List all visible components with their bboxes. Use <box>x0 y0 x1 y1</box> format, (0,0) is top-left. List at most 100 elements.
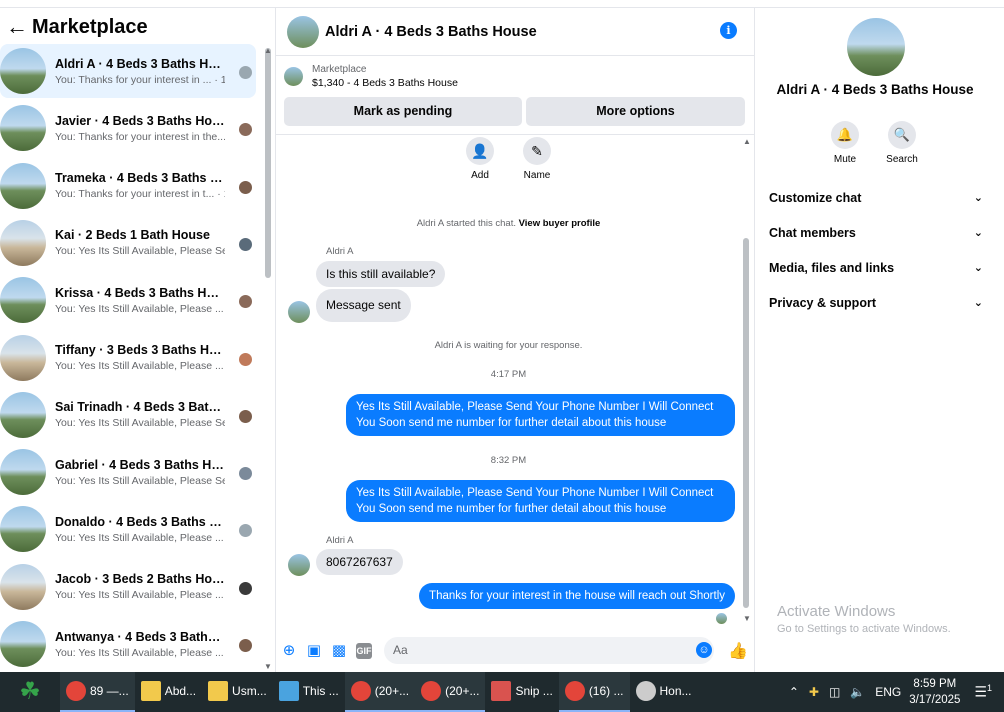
chevron-down-icon: ⌄ <box>973 227 983 239</box>
conversation-item[interactable]: Kai · 2 Beds 1 Bath House You: Yes Its St… <box>0 216 256 270</box>
chrome-icon <box>66 681 86 701</box>
back-arrow-icon[interactable]: ← <box>6 14 32 40</box>
shield-icon[interactable]: ✚ <box>809 685 819 699</box>
incoming-message[interactable]: Message sent <box>316 289 411 322</box>
taskbar-app-snip[interactable]: Snip ... <box>485 672 558 712</box>
conversation-item[interactable]: Donaldo · 4 Beds 3 Baths House You: Yes I… <box>0 502 256 556</box>
participant-avatar <box>239 524 252 538</box>
taskbar-app-this-pc[interactable]: This ... <box>273 672 345 712</box>
listing-thumbnail <box>0 219 46 266</box>
listing-thumbnail <box>0 449 46 496</box>
conversation-text: Trameka · 4 Beds 3 Baths House You: Thank… <box>55 171 225 200</box>
search-action[interactable]: 🔍 Search <box>877 121 927 165</box>
participant-avatar <box>239 409 252 423</box>
app-icon <box>635 681 656 701</box>
participant-avatar <box>239 639 252 652</box>
privacy-support-section[interactable]: Privacy & support ⌄ <box>769 296 983 310</box>
taskbar-app-chrome[interactable]: (20+... <box>344 672 416 712</box>
scroll-up-icon[interactable]: ▲ <box>743 137 751 146</box>
conversation-name: Antwanya · 4 Beds 3 Baths Ho... <box>55 629 225 644</box>
plus-icon[interactable]: ⊕ <box>281 643 297 659</box>
conversation-text: Gabriel · 4 Beds 3 Baths House You: Yes I… <box>55 458 225 487</box>
conversation-item[interactable]: Krissa · 4 Beds 3 Baths House You: Yes It… <box>0 273 256 327</box>
chevron-up-icon[interactable]: ⌃ <box>789 685 799 699</box>
listing-summary[interactable]: Marketplace $1,340 - 4 Beds 3 Baths Hous… <box>284 64 458 89</box>
listing-thumbnail <box>284 67 303 86</box>
chrome-icon <box>421 681 442 701</box>
conversation-item[interactable]: Aldri A · 4 Beds 3 Baths House You: Thank… <box>0 44 256 98</box>
conversation-scrollbar[interactable] <box>265 48 271 278</box>
profile-name: Aldri A · 4 Beds 3 Baths House <box>776 82 974 97</box>
emoji-icon[interactable]: ☺ <box>696 642 712 658</box>
view-buyer-profile-link[interactable]: View buyer profile <box>519 218 601 229</box>
taskbar-app-chrome[interactable]: 89 —... <box>60 672 135 712</box>
taskbar-app-hon[interactable]: Hon... <box>630 672 698 712</box>
taskbar-app-label: Abd... <box>164 684 197 698</box>
participant-avatar <box>239 123 252 137</box>
photo-icon[interactable]: ▣ <box>306 643 322 659</box>
scroll-down-icon[interactable]: ▼ <box>264 662 272 671</box>
conversation-item[interactable]: Tiffany · 3 Beds 3 Baths House You: Yes I… <box>0 331 256 385</box>
media-files-links-section[interactable]: Media, files and links ⌄ <box>769 261 983 275</box>
gif-icon[interactable]: GIF <box>356 643 372 659</box>
listing-title: $1,340 - 4 Beds 3 Baths House <box>312 77 458 89</box>
pencil-icon: ✎ <box>523 137 551 165</box>
customize-chat-section[interactable]: Customize chat ⌄ <box>769 191 983 205</box>
chat-scrollbar[interactable] <box>743 238 749 608</box>
message-composer: ⊕ ▣ ▩ GIF Aa ☺ 👍 <box>276 636 754 666</box>
conversation-item[interactable]: Gabriel · 4 Beds 3 Baths House You: Yes I… <box>0 445 256 499</box>
chat-started-notice: Aldri A started this chat. View buyer pr… <box>276 218 741 229</box>
mark-as-pending-button[interactable]: Mark as pending <box>284 97 522 126</box>
profile-avatar[interactable] <box>847 18 905 76</box>
conversation-text: Krissa · 4 Beds 3 Baths House You: Yes It… <box>55 286 225 315</box>
clock[interactable]: 8:59 PM 3/17/2025 <box>909 676 960 708</box>
taskbar-app-folder[interactable]: Abd... <box>135 672 202 712</box>
incoming-message[interactable]: 8067267637 <box>316 549 403 575</box>
notification-icon[interactable]: ☰1 <box>974 683 992 701</box>
folder-icon <box>208 681 229 701</box>
conversation-item[interactable]: Antwanya · 4 Beds 3 Baths Ho... You: Yes … <box>0 617 256 671</box>
more-options-button[interactable]: More options <box>526 97 745 126</box>
chat-members-section[interactable]: Chat members ⌄ <box>769 226 983 240</box>
participant-avatar <box>239 581 252 595</box>
add-action[interactable]: 👤 Add <box>455 137 505 181</box>
scissors-icon <box>491 681 512 701</box>
conversation-item[interactable]: Sai Trinadh · 4 Beds 3 Baths Hou... You: … <box>0 388 256 442</box>
speaker-icon[interactable]: 🔈 <box>850 685 865 699</box>
conversation-preview: You: Yes Its Still Available, Please Se.… <box>55 474 225 487</box>
taskbar-app-label: (16) ... <box>588 684 624 698</box>
scroll-up-icon[interactable]: ▲ <box>264 46 272 55</box>
thumbs-up-icon[interactable]: 👍 <box>728 641 748 661</box>
chat-title[interactable]: Aldri A · 4 Beds 3 Baths House <box>325 24 537 40</box>
outgoing-message[interactable]: Yes Its Still Available, Please Send You… <box>346 394 735 436</box>
name-action[interactable]: ✎ Name <box>512 137 562 181</box>
conversation-name: Trameka · 4 Beds 3 Baths House <box>55 171 225 186</box>
chevron-down-icon: ⌄ <box>973 192 983 204</box>
mute-action[interactable]: 🔔 Mute <box>820 121 870 165</box>
info-icon[interactable]: i <box>720 22 737 39</box>
section-label: Privacy & support <box>769 296 876 310</box>
outgoing-message[interactable]: Thanks for your interest in the house wi… <box>419 583 735 609</box>
conversation-preview: You: Yes Its Still Available, Please ...… <box>55 302 225 315</box>
language-indicator[interactable]: ENG <box>875 685 901 699</box>
outgoing-message[interactable]: Yes Its Still Available, Please Send You… <box>346 480 735 522</box>
scroll-down-icon[interactable]: ▼ <box>743 614 751 623</box>
taskbar-app-label: Usm... <box>232 684 267 698</box>
taskbar-app-chrome[interactable]: (20+... <box>415 672 486 712</box>
taskbar-app-label: 89 —... <box>90 684 129 698</box>
chat-panel: Aldri A · 4 Beds 3 Baths House i Marketp… <box>276 8 755 672</box>
clover-start-icon[interactable]: ☘ <box>0 672 60 712</box>
battery-icon[interactable]: ◫ <box>829 685 840 699</box>
taskbar-app-label: (20+... <box>445 684 480 698</box>
conversation-item[interactable]: Jacob · 3 Beds 2 Baths House You: Yes Its… <box>0 560 256 614</box>
conversation-item[interactable]: Trameka · 4 Beds 3 Baths House You: Thank… <box>0 159 256 213</box>
taskbar-app-folder[interactable]: Usm... <box>202 672 273 712</box>
taskbar-app-chrome[interactable]: (16) ... <box>558 672 630 712</box>
sticker-icon[interactable]: ▩ <box>331 643 347 659</box>
incoming-message[interactable]: Is this still available? <box>316 261 446 287</box>
conversation-item[interactable]: Javier · 4 Beds 3 Baths House You: Thanks… <box>0 101 256 155</box>
chat-avatar[interactable] <box>287 15 319 48</box>
message-input[interactable]: Aa <box>384 637 714 664</box>
listing-thumbnail <box>0 277 46 324</box>
conversation-preview: You: Yes Its Still Available, Please Se.… <box>55 245 225 258</box>
